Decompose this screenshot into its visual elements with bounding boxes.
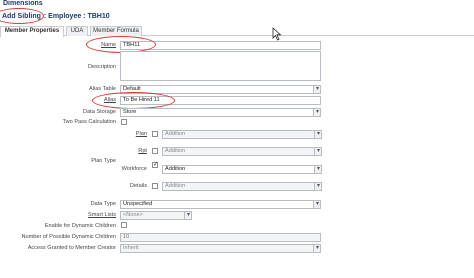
smart-lists-value: <None> <box>123 212 143 218</box>
two-pass-checkbox[interactable] <box>121 119 127 125</box>
enable-dynamic-checkbox[interactable] <box>121 222 127 228</box>
details-checkbox[interactable] <box>152 183 158 189</box>
tab-member-formula[interactable]: Member Formula <box>90 26 142 36</box>
plan-label: Plan <box>135 131 147 137</box>
employee-title: : Employee : TBH10 <box>43 12 110 20</box>
data-type-label: Data Type <box>90 201 116 207</box>
data-storage-value: Store <box>123 109 137 115</box>
name-label: Name <box>101 42 116 48</box>
dimensions-title: Dimensions <box>3 0 43 7</box>
two-pass-label: Two Pass Calculation <box>62 119 116 125</box>
access-select[interactable]: Inherit ▾ <box>120 244 321 253</box>
plan-checkbox[interactable] <box>152 131 158 137</box>
chevron-down-icon[interactable]: ▾ <box>313 245 320 252</box>
num-dynamic-field[interactable]: 10 <box>120 233 321 242</box>
workforce-label: Workforce <box>121 166 147 172</box>
plan-select[interactable]: Addition ▾ <box>162 130 322 139</box>
rpt-select[interactable]: Addition ▾ <box>162 147 322 156</box>
chevron-down-icon[interactable]: ▾ <box>313 86 320 93</box>
add-sibling-title: Add Sibling <box>2 12 41 20</box>
rpt-value: Addition <box>165 148 186 154</box>
chevron-down-icon[interactable]: ▾ <box>313 109 320 116</box>
data-type-value: Unspecified <box>123 201 153 207</box>
chevron-down-icon[interactable]: ▾ <box>314 148 321 155</box>
tab-member-properties[interactable]: Member Properties <box>0 26 64 37</box>
chevron-down-icon[interactable]: ▾ <box>314 183 321 190</box>
page-header: Add Sibling : Employee : TBH10 <box>2 10 110 22</box>
rpt-checkbox[interactable] <box>152 148 158 154</box>
description-label: Description <box>88 64 116 70</box>
data-storage-select[interactable]: Store ▾ <box>120 108 321 117</box>
plan-type-label: Plan Type <box>91 158 116 164</box>
rpt-label: Rpt <box>138 148 147 154</box>
alias-table-select[interactable]: Default ▾ <box>120 85 321 94</box>
description-field[interactable] <box>120 51 321 81</box>
chevron-down-icon[interactable]: ▾ <box>313 201 320 208</box>
chevron-down-icon[interactable]: ▾ <box>314 166 321 173</box>
alias-table-value: Default <box>123 86 141 92</box>
num-dynamic-label: Number of Possible Dynamic Children <box>21 234 116 240</box>
name-field[interactable]: TBH11 <box>120 41 321 50</box>
smart-lists-label: Smart Lists <box>88 212 116 218</box>
workforce-checkbox[interactable]: ✓ <box>152 162 158 168</box>
alias-label: Alias <box>103 97 116 103</box>
details-select[interactable]: Addition ▾ <box>162 182 322 191</box>
workforce-select[interactable]: Addition ▾ <box>162 165 322 174</box>
alias-table-label: Alias Table <box>89 86 116 92</box>
workforce-value: Addition <box>165 166 186 172</box>
plan-value: Addition <box>165 131 186 137</box>
tab-bar: Member Properties UDA Member Formula <box>0 26 474 37</box>
chevron-down-icon[interactable]: ▾ <box>184 212 191 219</box>
data-type-select[interactable]: Unspecified ▾ <box>120 200 321 209</box>
mouse-cursor-icon <box>272 27 282 41</box>
details-label: Details <box>129 183 147 189</box>
alias-field[interactable]: To Be Hired 11 <box>120 96 321 105</box>
details-value: Addition <box>165 183 186 189</box>
access-label: Access Granted to Member Creator <box>27 245 116 251</box>
enable-dynamic-label: Enable for Dynamic Children <box>44 223 116 229</box>
chevron-down-icon[interactable]: ▾ <box>314 131 321 138</box>
access-value: Inherit <box>123 245 139 251</box>
smart-lists-select[interactable]: <None> ▾ <box>120 211 192 220</box>
data-storage-label: Data Storage <box>83 109 116 115</box>
tab-uda[interactable]: UDA <box>66 26 88 36</box>
